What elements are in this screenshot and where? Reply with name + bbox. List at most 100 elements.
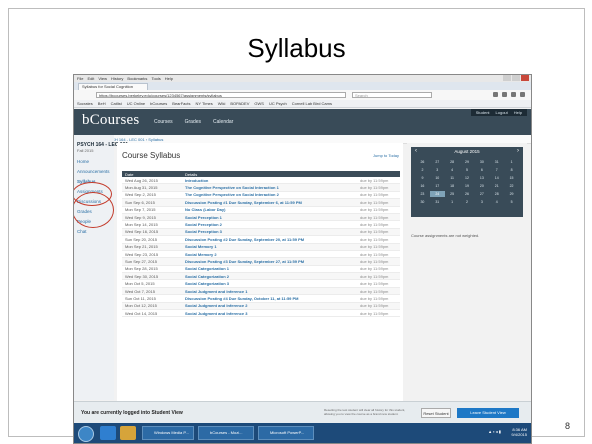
row-detail-link[interactable]: Discussion Posting #4 Due Sunday, Octobe… bbox=[182, 296, 360, 301]
calendar-day[interactable]: 13 bbox=[474, 175, 489, 181]
menu-bookmarks[interactable]: Bookmarks bbox=[127, 76, 147, 81]
calendar-day[interactable]: 4 bbox=[489, 199, 504, 205]
row-detail-link[interactable]: Social Categorization 1 bbox=[182, 266, 360, 271]
calendar-day[interactable]: 25 bbox=[445, 191, 460, 197]
row-detail-link[interactable]: Social Judgment and Inference 2 bbox=[182, 303, 360, 308]
jump-to-today-link[interactable]: Jump to Today bbox=[373, 153, 399, 158]
maximize-icon[interactable] bbox=[512, 75, 520, 81]
calendar-day[interactable]: 2 bbox=[415, 167, 430, 173]
home-icon[interactable] bbox=[511, 92, 516, 97]
help-link[interactable]: Help bbox=[514, 110, 522, 115]
bookmark-item[interactable]: Socrates bbox=[77, 101, 93, 106]
calendar-day[interactable]: 4 bbox=[445, 167, 460, 173]
calendar-day[interactable]: 26 bbox=[460, 191, 475, 197]
logout-link[interactable]: Logout bbox=[496, 110, 508, 115]
course-nav-announcements[interactable]: Announcements bbox=[77, 169, 110, 174]
calendar-day[interactable]: 29 bbox=[460, 159, 475, 165]
bookmark-item[interactable]: GWS bbox=[254, 101, 264, 106]
bookmark-item[interactable]: Cornell Lab Bird Cams bbox=[292, 101, 332, 106]
row-detail-link[interactable]: Social Perception 3 bbox=[182, 229, 360, 234]
calendar-day[interactable]: 28 bbox=[489, 191, 504, 197]
bookmark-item[interactable]: bCourses bbox=[150, 101, 167, 106]
calendar-day[interactable]: 22 bbox=[504, 183, 519, 189]
user-name[interactable]: Student bbox=[476, 110, 490, 115]
taskbar-window[interactable]: Microsoft PowerP... bbox=[258, 426, 314, 440]
minimize-icon[interactable] bbox=[503, 75, 511, 81]
row-detail-link[interactable]: Social Memory 1 bbox=[182, 244, 360, 249]
calendar-day[interactable]: 5 bbox=[460, 167, 475, 173]
bookmark-item[interactable]: NY Times bbox=[196, 101, 213, 106]
calendar-day[interactable]: 10 bbox=[430, 175, 445, 181]
row-detail-link[interactable]: The Cognitive Perspective on Social Inte… bbox=[182, 185, 360, 190]
taskbar-window[interactable]: bCourses - Mozi... bbox=[198, 426, 254, 440]
download-icon[interactable] bbox=[502, 92, 507, 97]
calendar-day[interactable]: 26 bbox=[415, 159, 430, 165]
url-field[interactable]: https://bcourses.berkeley.edu/courses/12… bbox=[96, 92, 346, 98]
calendar-day[interactable]: 12 bbox=[460, 175, 475, 181]
calendar-day[interactable]: 7 bbox=[489, 167, 504, 173]
row-detail-link[interactable]: Social Perception 2 bbox=[182, 222, 360, 227]
calendar-day[interactable]: 11 bbox=[445, 175, 460, 181]
calendar-day[interactable]: 27 bbox=[430, 159, 445, 165]
calendar-day[interactable]: 5 bbox=[504, 199, 519, 205]
row-detail-link[interactable]: The Cognitive Perspective on Social Inte… bbox=[182, 192, 360, 197]
menu-file[interactable]: File bbox=[77, 76, 83, 81]
row-detail-link[interactable]: Social Judgment and Inference 1 bbox=[182, 289, 360, 294]
menu-tools[interactable]: Tools bbox=[151, 76, 160, 81]
calendar-day[interactable]: 24 bbox=[429, 191, 445, 197]
calendar-day[interactable]: 20 bbox=[474, 183, 489, 189]
bookmark-item[interactable]: UC Psych bbox=[269, 101, 287, 106]
row-detail-link[interactable]: Discussion Posting #1 Due Sunday, Septem… bbox=[182, 200, 360, 205]
calendar-day[interactable]: 1 bbox=[445, 199, 460, 205]
reset-student-button[interactable]: Reset Student bbox=[421, 408, 451, 418]
calendar-day[interactable]: 8 bbox=[504, 167, 519, 173]
calendar-day[interactable]: 9 bbox=[415, 175, 430, 181]
row-detail-link[interactable]: Social Categorization 3 bbox=[182, 281, 360, 286]
row-detail-link[interactable]: No Class (Labor Day) bbox=[182, 207, 360, 212]
bookmark-item[interactable]: BeH bbox=[98, 101, 106, 106]
menu-edit[interactable]: Edit bbox=[87, 76, 94, 81]
row-detail-link[interactable]: Social Memory 2 bbox=[182, 252, 360, 257]
calendar-day[interactable]: 14 bbox=[489, 175, 504, 181]
row-detail-link[interactable]: Introduction bbox=[182, 178, 360, 183]
nav-grades[interactable]: Grades bbox=[185, 119, 201, 125]
calendar-day[interactable]: 31 bbox=[430, 199, 445, 205]
taskbar-window[interactable]: Windows Media P... bbox=[142, 426, 194, 440]
leave-student-view-button[interactable]: Leave Student View bbox=[457, 408, 519, 418]
ie-icon[interactable] bbox=[100, 426, 116, 440]
bookmark-item[interactable]: BOPADEV bbox=[230, 101, 249, 106]
calendar-day[interactable]: 18 bbox=[445, 183, 460, 189]
course-nav-home[interactable]: Home bbox=[77, 159, 110, 164]
calendar-day[interactable]: 15 bbox=[504, 175, 519, 181]
calendar-day[interactable]: 1 bbox=[504, 159, 519, 165]
menu-help[interactable]: Help bbox=[165, 76, 173, 81]
calendar-day[interactable]: 3 bbox=[474, 199, 489, 205]
chevron-right-icon[interactable]: › bbox=[517, 148, 519, 154]
menu-history[interactable]: History bbox=[111, 76, 123, 81]
calendar-day[interactable]: 30 bbox=[474, 159, 489, 165]
bookmark-item[interactable]: BearFacts bbox=[172, 101, 190, 106]
calendar-day[interactable]: 17 bbox=[430, 183, 445, 189]
calendar-day[interactable]: 31 bbox=[489, 159, 504, 165]
calendar-day[interactable]: 3 bbox=[430, 167, 445, 173]
nav-courses[interactable]: Courses bbox=[154, 119, 173, 125]
bookmark-item[interactable]: Catlist bbox=[111, 101, 122, 106]
menu-icon[interactable] bbox=[520, 92, 525, 97]
system-tray-icons[interactable]: ▲ ▪ ◂ ▮ bbox=[488, 429, 501, 434]
menu-view[interactable]: View bbox=[98, 76, 107, 81]
start-button-icon[interactable] bbox=[78, 426, 94, 442]
calendar-day[interactable]: 30 bbox=[415, 199, 430, 205]
explorer-icon[interactable] bbox=[120, 426, 136, 440]
bcourses-logo[interactable]: bCourses bbox=[82, 112, 139, 129]
course-nav-chat[interactable]: Chat bbox=[77, 229, 110, 234]
bookmark-item[interactable]: UC Online bbox=[127, 101, 145, 106]
browser-tab[interactable]: Syllabus for Social Cognition bbox=[78, 83, 148, 90]
calendar-day[interactable]: 29 bbox=[504, 191, 519, 197]
bookmark-item[interactable]: Wiki bbox=[218, 101, 226, 106]
calendar-day[interactable]: 2 bbox=[460, 199, 475, 205]
row-detail-link[interactable]: Social Perception 1 bbox=[182, 215, 360, 220]
calendar-day[interactable]: 19 bbox=[460, 183, 475, 189]
close-icon[interactable] bbox=[521, 75, 529, 81]
search-input[interactable]: Search bbox=[352, 92, 432, 98]
row-detail-link[interactable]: Social Categorization 2 bbox=[182, 274, 360, 279]
